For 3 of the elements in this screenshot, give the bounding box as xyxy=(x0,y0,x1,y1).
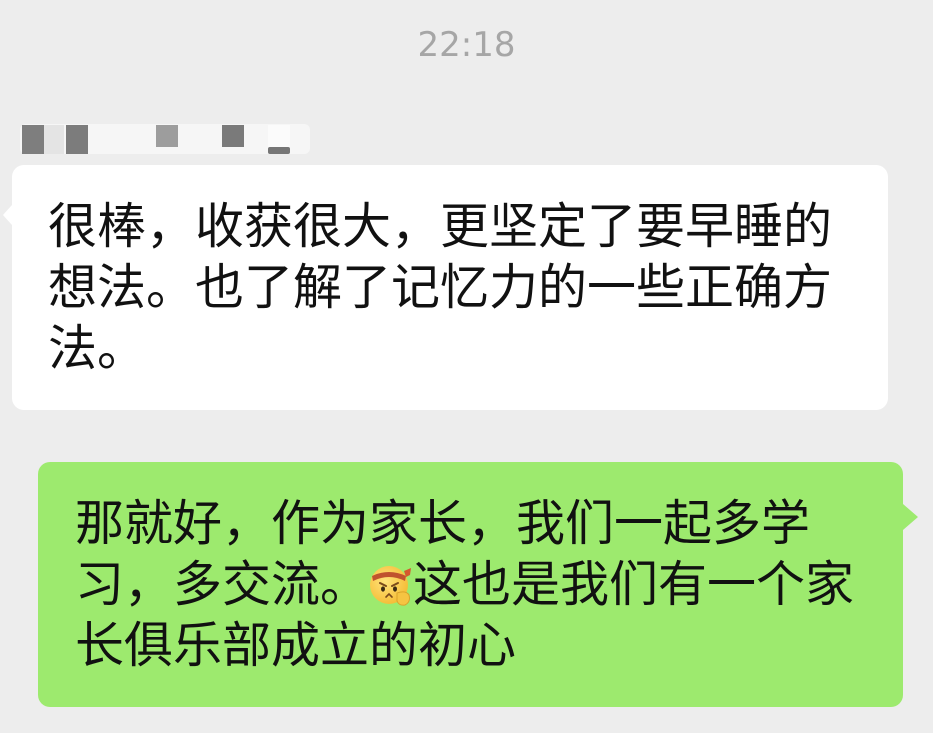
message-timestamp: 22:18 xyxy=(418,25,516,65)
message-text: 那就好，作为家长，我们一起多学习，多交流。 这也是我们有一个家长俱乐部成立的初心 xyxy=(75,494,855,676)
message-text: 很棒，收获很大，更坚定了要早睡的想法。也了解了记忆力的一些正确方法。 xyxy=(48,197,833,379)
